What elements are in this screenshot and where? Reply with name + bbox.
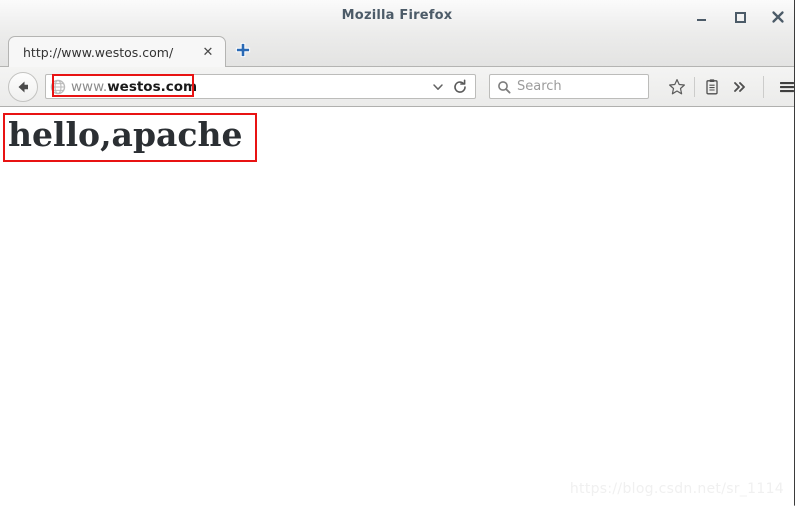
overflow-button[interactable]: [726, 73, 754, 101]
plus-icon: [235, 42, 251, 58]
library-clipboard-icon: [706, 78, 718, 94]
url-prefix: www.: [71, 78, 108, 95]
library-button[interactable]: [698, 73, 726, 101]
url-domain: westos.com: [107, 78, 198, 95]
url-input[interactable]: www.westos.com: [71, 79, 431, 95]
bookmark-star-icon: [669, 78, 685, 94]
navigation-toolbar: www.westos.com Search: [0, 67, 794, 107]
chevron-down-icon[interactable]: [431, 80, 445, 94]
tab-title: http://www.westos.com/: [23, 44, 174, 60]
search-input[interactable]: Search: [517, 79, 562, 94]
page-heading: hello,apache: [8, 115, 243, 154]
overflow-chevrons-icon: [734, 81, 745, 92]
tab-strip: http://www.westos.com/ ✕: [0, 34, 794, 67]
toolbar-icon-group: [663, 73, 795, 101]
hamburger-menu-icon: [780, 81, 794, 92]
page-content: hello,apache https://blog.csdn.net/sr_11…: [0, 107, 794, 506]
back-button[interactable]: [8, 71, 38, 102]
window-title: Mozilla Firefox: [341, 8, 453, 23]
toolbar-divider-2: [763, 75, 764, 98]
search-icon: [498, 80, 511, 93]
title-bar: Mozilla Firefox: [0, 0, 794, 34]
new-tab-button[interactable]: [232, 39, 254, 61]
menu-button[interactable]: [773, 73, 795, 101]
reload-icon[interactable]: [452, 79, 468, 95]
tab-close-icon[interactable]: ✕: [197, 41, 219, 63]
window-controls: [694, 0, 786, 34]
watermark: https://blog.csdn.net/sr_1114: [569, 481, 784, 497]
url-bar-actions: [431, 79, 468, 95]
back-arrow-icon: [18, 81, 28, 92]
search-bar[interactable]: Search: [489, 74, 649, 99]
browser-tab[interactable]: http://www.westos.com/ ✕: [8, 36, 226, 67]
toolbar-divider-1: [694, 76, 695, 97]
url-bar[interactable]: www.westos.com: [45, 74, 476, 99]
minimize-button[interactable]: [694, 9, 710, 25]
bookmark-star-button[interactable]: [663, 73, 691, 101]
maximize-button[interactable]: [732, 9, 748, 25]
browser-window: Mozilla Firefox http://www.westos.com/ ✕…: [0, 0, 795, 506]
globe-icon: [50, 79, 66, 94]
close-button[interactable]: [770, 9, 786, 25]
